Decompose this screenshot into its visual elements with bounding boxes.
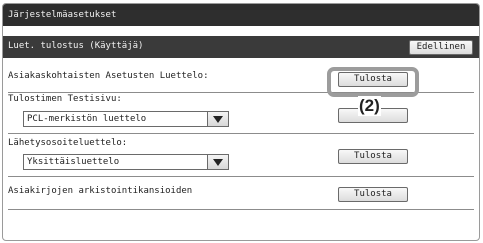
- callout-label: (2): [358, 96, 381, 116]
- screen-title: Luet. tulostus (Käyttäjä): [8, 41, 144, 51]
- chevron-down-icon[interactable]: [207, 155, 228, 169]
- row-label-filing-folders: Asiakirjojen arkistointikansioiden: [8, 186, 193, 196]
- row-divider: [8, 133, 474, 134]
- row-divider: [8, 176, 474, 177]
- row-label-client-settings-list: Asiakaskohtaisten Asetusten Luettelo:: [8, 71, 209, 81]
- row-divider: [8, 209, 474, 210]
- screen-header: Luet. tulostus (Käyttäjä) Edellinen: [3, 36, 479, 58]
- highlight-frame: [327, 67, 419, 97]
- back-button[interactable]: Edellinen: [409, 40, 473, 55]
- row-label-printer-test-page: Tulostimen Testisivu:: [8, 94, 122, 104]
- chevron-down-icon[interactable]: [207, 112, 228, 126]
- print-address-list-button[interactable]: Tulosta: [338, 149, 408, 164]
- window-titlebar: Järjestelmäasetukset: [3, 4, 479, 26]
- row-label-address-list: Lähetysosoiteluettelo:: [8, 138, 128, 148]
- address-list-select-value: Yksittäisluettelo: [27, 157, 120, 167]
- window-title: Järjestelmäasetukset: [8, 10, 117, 20]
- settings-panel: Järjestelmäasetukset Luet. tulostus (Käy…: [2, 3, 480, 241]
- print-filing-folders-button[interactable]: Tulosta: [338, 187, 408, 202]
- test-page-select[interactable]: PCL-merkistön luettelo: [23, 111, 229, 127]
- test-page-select-value: PCL-merkistön luettelo: [27, 114, 147, 124]
- address-list-select[interactable]: Yksittäisluettelo: [23, 154, 229, 170]
